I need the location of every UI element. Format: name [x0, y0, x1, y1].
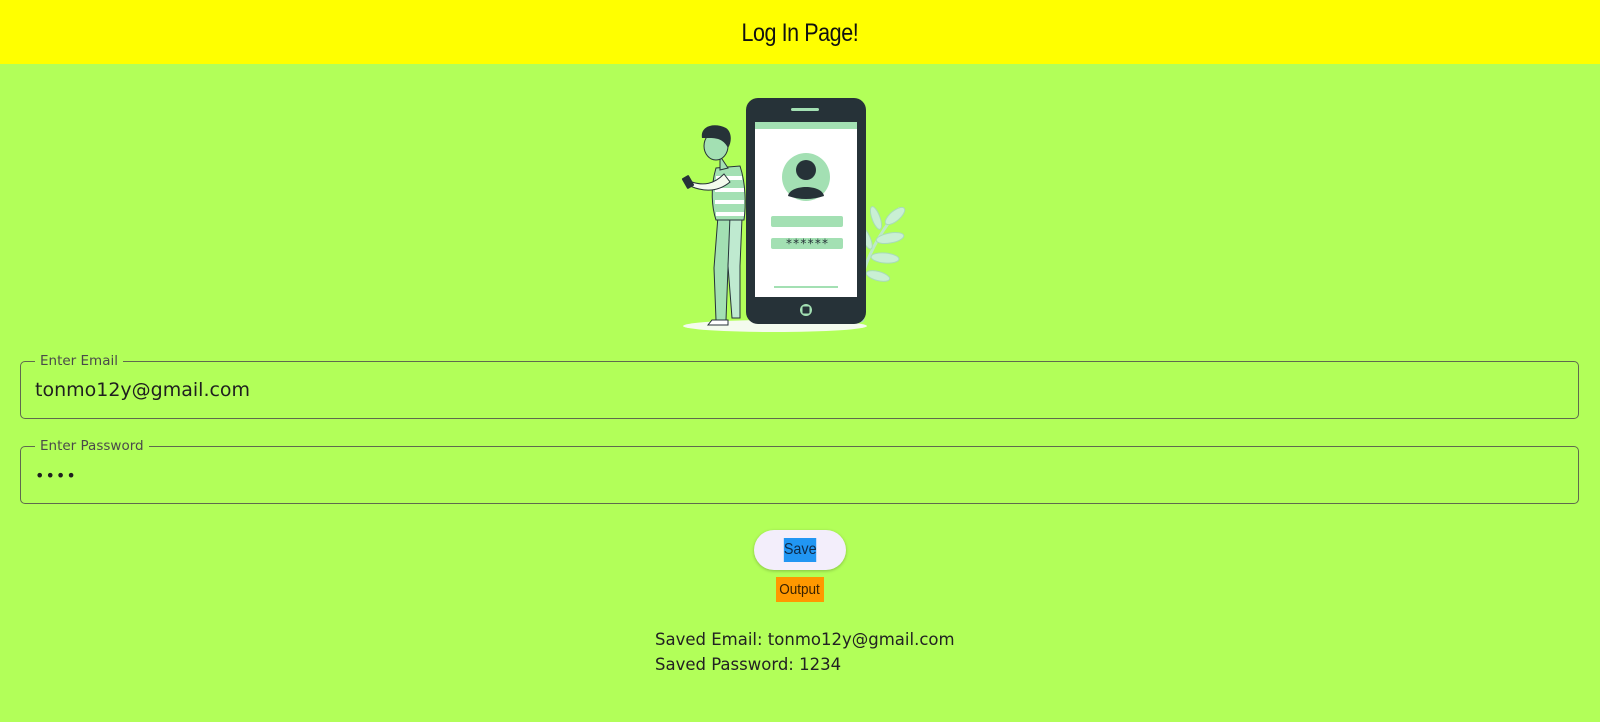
app-bar: Log In Page! — [0, 0, 1600, 64]
save-button-label: Save — [783, 538, 817, 562]
output-label: Output — [779, 581, 821, 598]
page-title: Log In Page! — [741, 18, 859, 47]
email-input[interactable] — [35, 362, 1564, 418]
saved-output: Saved Email: tonmo12y@gmail.com Saved Pa… — [655, 627, 955, 677]
save-button[interactable]: Save — [754, 530, 846, 570]
saved-email-text: Saved Email: tonmo12y@gmail.com — [655, 630, 955, 649]
saved-password-text: Saved Password: 1234 — [655, 655, 842, 674]
login-phone-illustration-icon: ****** — [681, 98, 906, 332]
login-illustration: ****** — [680, 98, 924, 334]
password-input[interactable] — [35, 447, 1564, 503]
email-field[interactable]: Enter Email — [20, 352, 1579, 419]
password-field[interactable]: Enter Password — [20, 437, 1579, 504]
output-label-badge: Output — [776, 577, 824, 602]
phone-password-mask: ****** — [785, 237, 828, 251]
